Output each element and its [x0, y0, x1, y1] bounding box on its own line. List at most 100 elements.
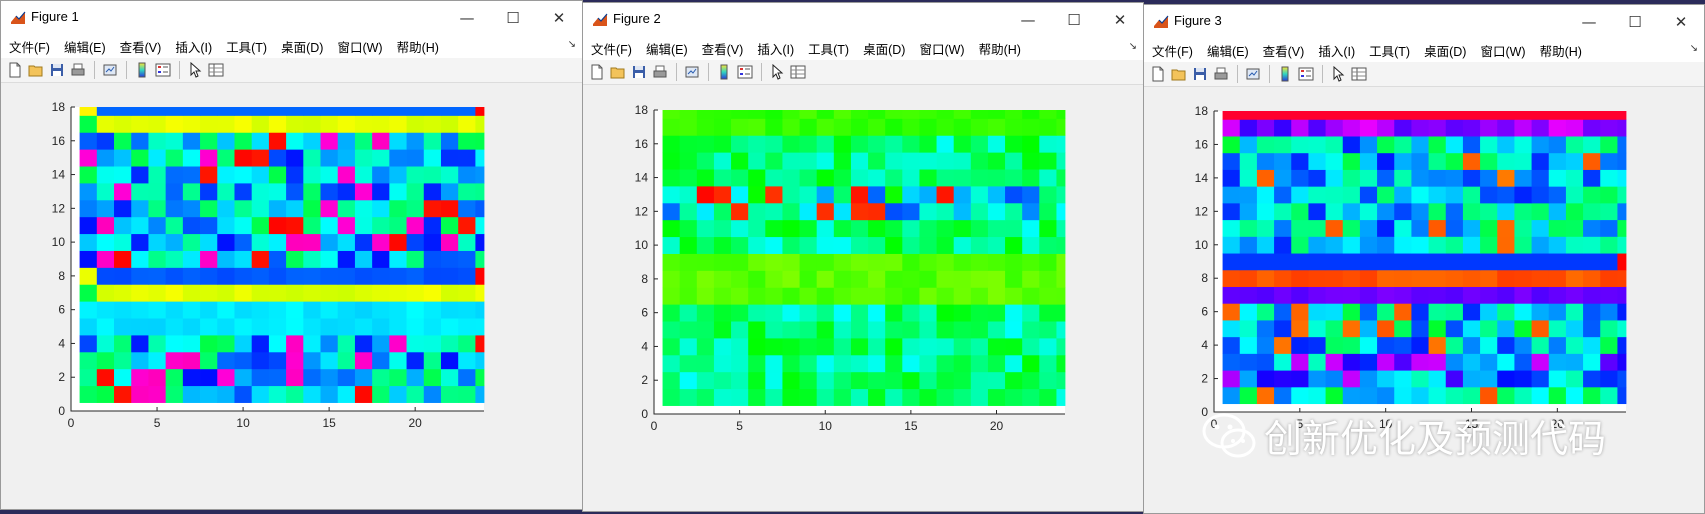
legend-icon[interactable] [153, 60, 173, 80]
menu-insert[interactable]: 插入(I) [757, 39, 794, 58]
property-inspector-icon[interactable] [1349, 64, 1369, 84]
legend-icon[interactable] [735, 62, 755, 82]
heatmap-cell [406, 284, 425, 302]
minimize-button[interactable]: — [444, 1, 490, 34]
menu-tools[interactable]: 工具(T) [808, 39, 849, 58]
heatmap-cell [286, 115, 304, 133]
title-bar[interactable]: Figure 1 — ☐ ✕ [1, 1, 582, 34]
menu-overflow-icon[interactable]: ↘ [1690, 43, 1698, 54]
heatmap-cell [850, 152, 869, 170]
print-icon[interactable] [650, 62, 670, 82]
property-inspector-icon[interactable] [788, 62, 808, 82]
heatmap-cell [782, 338, 800, 356]
menu-overflow-icon[interactable]: ↘ [1129, 41, 1137, 52]
new-figure-icon[interactable] [1148, 64, 1168, 84]
link-plot-icon[interactable] [1243, 64, 1263, 84]
close-button[interactable]: ✕ [536, 1, 582, 34]
link-plot-icon[interactable] [100, 60, 120, 80]
heatmap-cell [1222, 353, 1241, 371]
save-icon[interactable] [47, 60, 67, 80]
menu-window[interactable]: 窗口(W) [337, 37, 382, 56]
menu-view[interactable]: 查看(V) [1263, 41, 1305, 60]
new-figure-icon[interactable] [587, 62, 607, 82]
heatmap-cell [1239, 169, 1258, 187]
maximize-button[interactable]: ☐ [1612, 5, 1658, 38]
heatmap-cell [148, 233, 167, 251]
menu-desktop[interactable]: 桌面(D) [281, 37, 323, 56]
open-file-icon[interactable] [608, 62, 628, 82]
heatmap-cell [885, 304, 903, 322]
colorbar-icon[interactable] [132, 60, 152, 80]
legend-icon[interactable] [1296, 64, 1316, 84]
heatmap-cell [696, 219, 715, 238]
save-icon[interactable] [1190, 64, 1210, 84]
heatmap-cell [816, 186, 835, 204]
y-tick-label: 14 [1195, 171, 1209, 185]
heatmap-cell [1531, 269, 1550, 287]
heatmap-cell [96, 132, 115, 150]
pointer-icon[interactable] [1328, 64, 1348, 84]
save-icon[interactable] [629, 62, 649, 82]
pointer-icon[interactable] [185, 60, 205, 80]
menu-tools[interactable]: 工具(T) [226, 37, 267, 56]
colorbar-icon[interactable] [714, 62, 734, 82]
heatmap-cell [1342, 336, 1361, 354]
colorbar-icon[interactable] [1275, 64, 1295, 84]
minimize-button[interactable]: — [1005, 3, 1051, 36]
menu-window[interactable]: 窗口(W) [919, 39, 964, 58]
property-inspector-icon[interactable] [206, 60, 226, 80]
open-file-icon[interactable] [1169, 64, 1189, 84]
title-bar[interactable]: Figure 2 — ☐ ✕ [583, 3, 1143, 36]
menu-help[interactable]: 帮助(H) [1540, 41, 1582, 60]
title-bar[interactable]: Figure 3 — ☐ ✕ [1144, 5, 1704, 38]
wechat-logo-icon [1202, 413, 1256, 457]
menu-edit[interactable]: 编辑(E) [1207, 41, 1249, 60]
menu-insert[interactable]: 插入(I) [1318, 41, 1355, 60]
heatmap-cell [953, 253, 972, 271]
pointer-icon[interactable] [767, 62, 787, 82]
new-figure-icon[interactable] [5, 60, 25, 80]
heatmap-cell [286, 267, 304, 285]
heatmap-cell [1039, 135, 1057, 153]
menu-file[interactable]: 文件(F) [1152, 41, 1193, 60]
heatmap-cell [850, 388, 869, 406]
menu-edit[interactable]: 编辑(E) [646, 39, 688, 58]
heatmap-plot[interactable]: 0 5 10 15 20 0 2 4 6 8 10 12 14 16 18 [1, 85, 583, 510]
print-icon[interactable] [1211, 64, 1231, 84]
minimize-button[interactable]: — [1566, 5, 1612, 38]
heatmap-cell [423, 115, 442, 133]
heatmap-cell [440, 233, 459, 251]
print-icon[interactable] [68, 60, 88, 80]
heatmap-cell [1274, 303, 1292, 321]
heatmap-cell [1583, 219, 1601, 237]
menu-file[interactable]: 文件(F) [591, 39, 632, 58]
open-file-icon[interactable] [26, 60, 46, 80]
menu-edit[interactable]: 编辑(E) [64, 37, 106, 56]
heatmap-cell [217, 107, 235, 116]
heatmap-plot[interactable]: 0 5 10 15 20 0 2 4 6 8 10 12 14 16 18 [583, 87, 1144, 511]
menu-insert[interactable]: 插入(I) [175, 37, 212, 56]
close-button[interactable]: ✕ [1097, 3, 1143, 36]
menu-desktop[interactable]: 桌面(D) [863, 39, 905, 58]
heatmap-cell [1022, 118, 1040, 136]
menu-overflow-icon[interactable]: ↘ [568, 39, 576, 50]
heatmap-cell [114, 335, 132, 353]
maximize-button[interactable]: ☐ [490, 1, 536, 34]
menu-view[interactable]: 查看(V) [702, 39, 744, 58]
menu-view[interactable]: 查看(V) [120, 37, 162, 56]
heatmap-cell [1308, 152, 1326, 170]
menu-help[interactable]: 帮助(H) [397, 37, 439, 56]
heatmap-cell [234, 301, 253, 319]
menu-window[interactable]: 窗口(W) [1480, 41, 1525, 60]
menu-file[interactable]: 文件(F) [9, 37, 50, 56]
maximize-button[interactable]: ☐ [1051, 3, 1097, 36]
menu-help[interactable]: 帮助(H) [979, 39, 1021, 58]
menu-desktop[interactable]: 桌面(D) [1424, 41, 1466, 60]
heatmap-cell [251, 385, 270, 403]
menu-tools[interactable]: 工具(T) [1369, 41, 1410, 60]
heatmap-cell [320, 250, 339, 268]
link-plot-icon[interactable] [682, 62, 702, 82]
heatmap-cell [148, 335, 167, 353]
close-button[interactable]: ✕ [1658, 5, 1704, 38]
heatmap-cell [1342, 136, 1361, 154]
